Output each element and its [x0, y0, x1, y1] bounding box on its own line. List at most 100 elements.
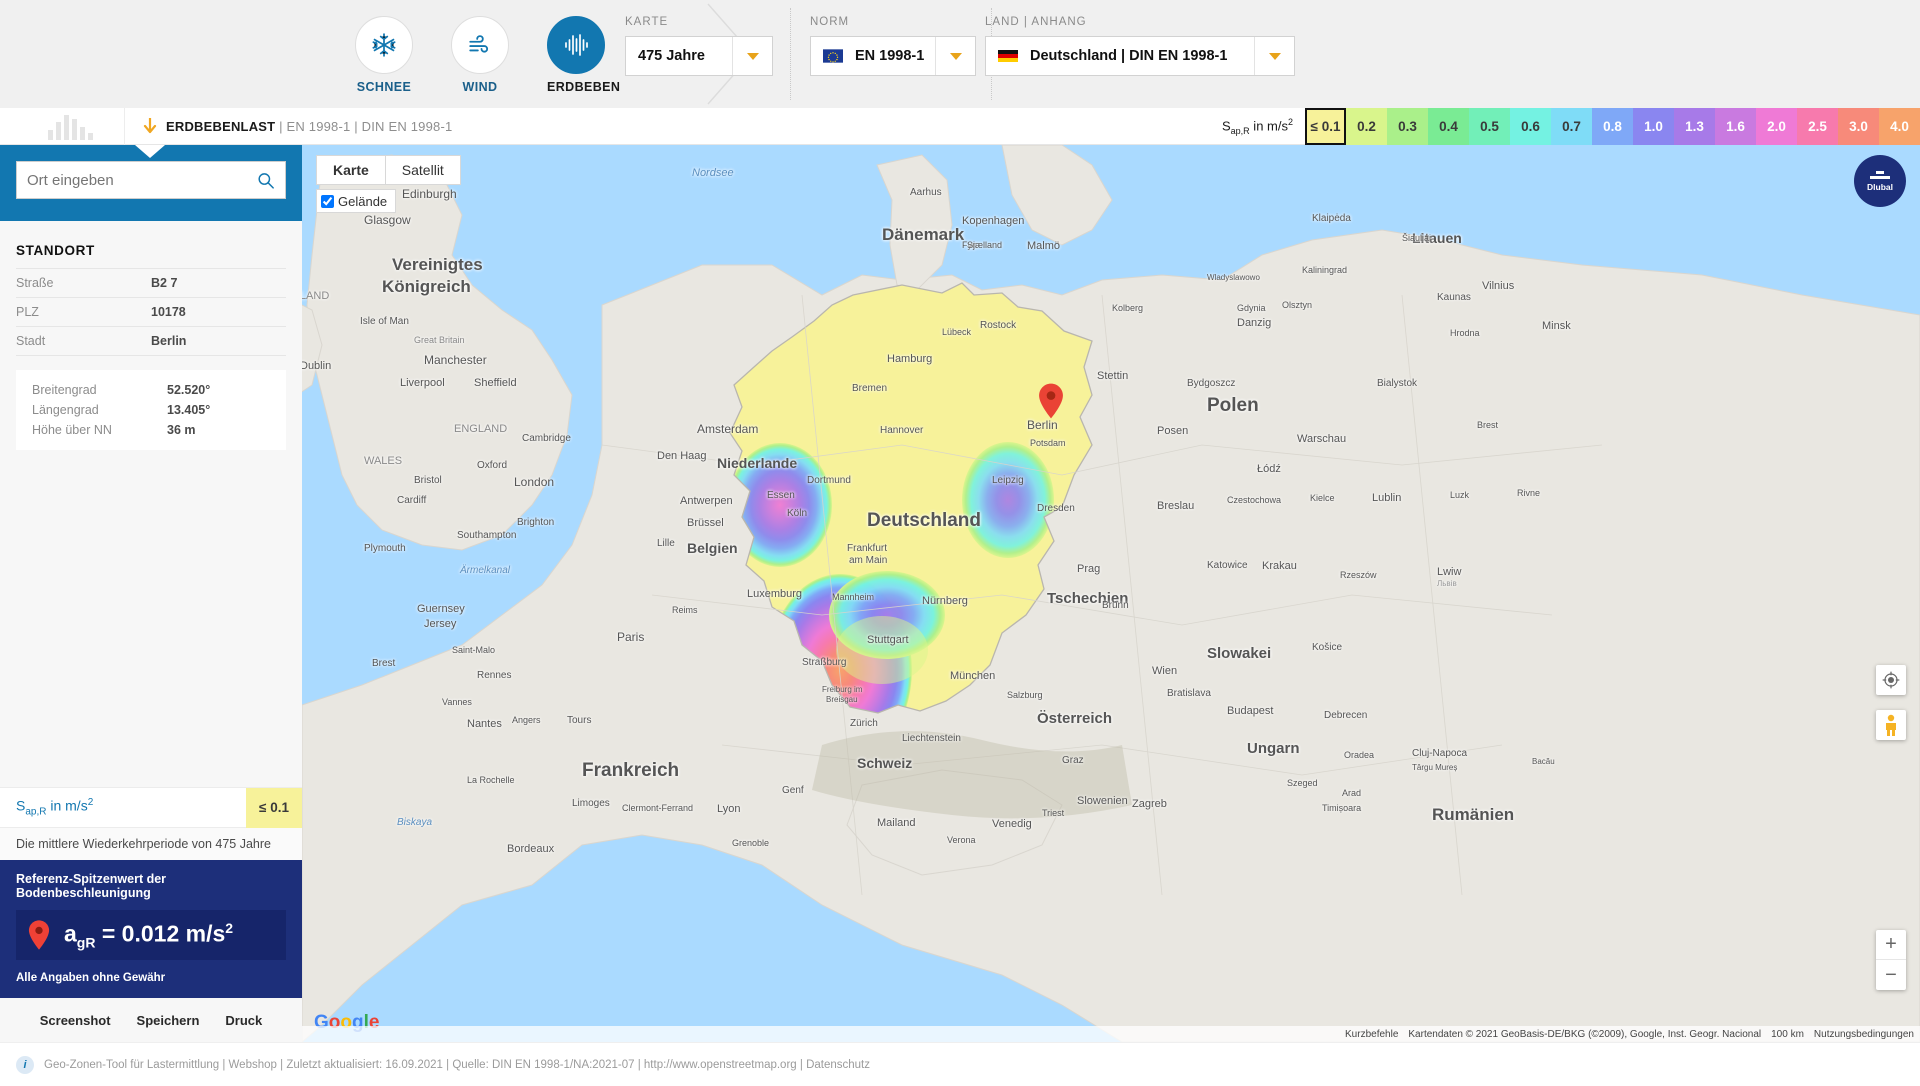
- map-label: Luxemburg: [747, 588, 803, 600]
- map-label: Budapest: [1227, 705, 1274, 717]
- map-label: Schweiz: [857, 755, 913, 771]
- my-location-icon: [1882, 671, 1900, 689]
- hazard-erdbeben[interactable]: ERDBEBEN: [547, 16, 620, 94]
- search-input-wrap[interactable]: [16, 161, 286, 199]
- map-label: Potsdam: [1030, 438, 1066, 448]
- norm-select[interactable]: EN 1998-1: [810, 36, 976, 76]
- legend-cell-13[interactable]: 3.0: [1838, 108, 1879, 145]
- legend-cell-0[interactable]: ≤ 0.1: [1305, 108, 1346, 145]
- map-label: Cambridge: [522, 433, 571, 444]
- map-label: Cardiff: [397, 495, 427, 506]
- footer-separator: |: [796, 1058, 807, 1071]
- coordinate-value: 52.520°: [167, 383, 211, 397]
- legend-cell-9[interactable]: 1.3: [1674, 108, 1715, 145]
- terrain-toggle[interactable]: Gelände: [316, 189, 397, 213]
- street-view-button[interactable]: [1876, 710, 1906, 740]
- legend-cell-1[interactable]: 0.2: [1346, 108, 1387, 145]
- geo-zones-tool-app: SCHNEE WIND ERDBEBEN KARTE 475 Jahre NOR…: [0, 0, 1920, 1086]
- map-label: Stuttgart: [867, 634, 909, 646]
- sap-symbol-sub: ap,R: [25, 806, 47, 818]
- zoom-out-button[interactable]: −: [1876, 960, 1906, 990]
- map-label: Stettin: [1097, 370, 1129, 382]
- search-input[interactable]: [27, 171, 258, 189]
- map-label: Tours: [567, 715, 592, 726]
- map-label: Lille: [657, 538, 675, 549]
- wind-icon-circle[interactable]: [451, 16, 509, 74]
- legend-cell-14[interactable]: 4.0: [1879, 108, 1920, 145]
- legend-cell-7[interactable]: 0.8: [1592, 108, 1633, 145]
- map-label: München: [950, 670, 996, 682]
- map-label: Leipzig: [992, 475, 1024, 486]
- map-label: Debrecen: [1324, 710, 1368, 721]
- legend-cell-10[interactable]: 1.6: [1715, 108, 1756, 145]
- sidebar-details: STANDORT Straße B2 7 PLZ 10178 Stadt Berlin B…: [0, 221, 302, 450]
- legend-cell-2[interactable]: 0.3: [1387, 108, 1428, 145]
- terrain-checkbox[interactable]: [321, 194, 334, 208]
- map-label: Dresden: [1037, 503, 1075, 514]
- seismic-icon-circle[interactable]: [547, 16, 605, 74]
- karte-select-value: 475 Jahre: [638, 48, 705, 64]
- footer-link[interactable]: Datenschutz: [806, 1059, 870, 1071]
- action-speichern[interactable]: Speichern: [137, 1013, 200, 1028]
- footer-link[interactable]: http://www.openstreetmap.org: [644, 1059, 797, 1071]
- legend-cell-3[interactable]: 0.4: [1428, 108, 1469, 145]
- coordinate-key: Längengrad: [32, 403, 99, 417]
- zoom-in-button[interactable]: +: [1876, 930, 1906, 960]
- map-label: Frankfurt: [847, 543, 888, 554]
- land-select[interactable]: Deutschland | DIN EN 1998-1: [985, 36, 1295, 76]
- standort-row: Straße B2 7: [16, 268, 286, 297]
- map-label: Paris: [617, 630, 645, 644]
- tab-karte[interactable]: Karte: [316, 155, 386, 185]
- header-sep-2: |: [350, 119, 362, 134]
- legend-cell-12[interactable]: 2.5: [1797, 108, 1838, 145]
- action-druck[interactable]: Druck: [225, 1013, 262, 1028]
- zoom-controls: + −: [1876, 930, 1906, 990]
- legend-cell-5[interactable]: 0.6: [1510, 108, 1551, 145]
- hazard-schnee[interactable]: SCHNEE: [355, 16, 413, 94]
- map-label: Rennes: [477, 670, 512, 681]
- street-view-icon: [1886, 714, 1896, 736]
- norm-select-arrow[interactable]: [935, 37, 975, 75]
- action-screenshot[interactable]: Screenshot: [40, 1013, 111, 1028]
- legend-cell-8[interactable]: 1.0: [1633, 108, 1674, 145]
- hazard-wind[interactable]: WIND: [451, 16, 509, 94]
- footer-link[interactable]: Webshop: [229, 1059, 277, 1071]
- attribution-item[interactable]: Kurzbefehle: [1345, 1029, 1398, 1040]
- snowflake-icon-circle[interactable]: [355, 16, 413, 74]
- my-location-button[interactable]: [1876, 665, 1906, 695]
- map-canvas[interactable]: Nordsee Dänemark Vereinigtes Königreich Deut…: [302, 145, 1920, 1042]
- standort-table: Straße B2 7 PLZ 10178 Stadt Berlin: [16, 268, 286, 356]
- karte-select[interactable]: 475 Jahre: [625, 36, 773, 76]
- karte-select-arrow[interactable]: [732, 37, 772, 75]
- sidebar-footer: Sap,R in m/s2 ≤ 0.1 Die mittlere Wiederk…: [0, 786, 302, 1042]
- header-norm-1: EN 1998-1: [286, 119, 351, 134]
- map-label: Vannes: [442, 697, 472, 707]
- map-label: Bremen: [852, 383, 888, 394]
- footer-link[interactable]: Geo-Zonen-Tool für Lastermittlung: [44, 1059, 219, 1071]
- footer-link[interactable]: Zuletzt aktualisiert: 16.09.2021: [286, 1059, 443, 1071]
- tab-satellit[interactable]: Satellit: [385, 155, 461, 185]
- legend-container: Sap,R in m/s2 ≤ 0.1 0.2 0.3 0.4 0.5 0.6 0.7 0.8…: [1222, 108, 1920, 145]
- info-icon[interactable]: i: [16, 1055, 34, 1074]
- land-select-arrow[interactable]: [1254, 37, 1294, 75]
- map-label: Triest: [1042, 808, 1065, 818]
- snowflake-icon: [372, 33, 396, 57]
- dlubal-badge[interactable]: Dlubal: [1854, 155, 1906, 207]
- map-label: Posen: [1157, 425, 1189, 437]
- search-icon[interactable]: [257, 171, 275, 190]
- attribution-item[interactable]: Nutzungsbedingungen: [1814, 1029, 1914, 1040]
- map-label: Isle of Man: [360, 316, 409, 327]
- map-label: Biskaya: [397, 817, 433, 828]
- map-pin-icon[interactable]: [1038, 383, 1064, 419]
- legend-cell-6[interactable]: 0.7: [1551, 108, 1592, 145]
- legend-cell-4[interactable]: 0.5: [1469, 108, 1510, 145]
- footer-link[interactable]: Quelle: DIN EN 1998-1/NA:2021-07: [452, 1059, 634, 1071]
- map-label: Brest: [1477, 420, 1499, 430]
- map-label: Limoges: [572, 798, 610, 809]
- result-panel: Referenz-Spitzenwert der Bodenbeschleuni…: [0, 859, 302, 998]
- legend-cell-11[interactable]: 2.0: [1756, 108, 1797, 145]
- map-label: Venedig: [992, 818, 1032, 830]
- map-label: Genf: [782, 785, 804, 796]
- header-sep-1: |: [275, 119, 287, 134]
- chevron-down-icon: [949, 52, 962, 60]
